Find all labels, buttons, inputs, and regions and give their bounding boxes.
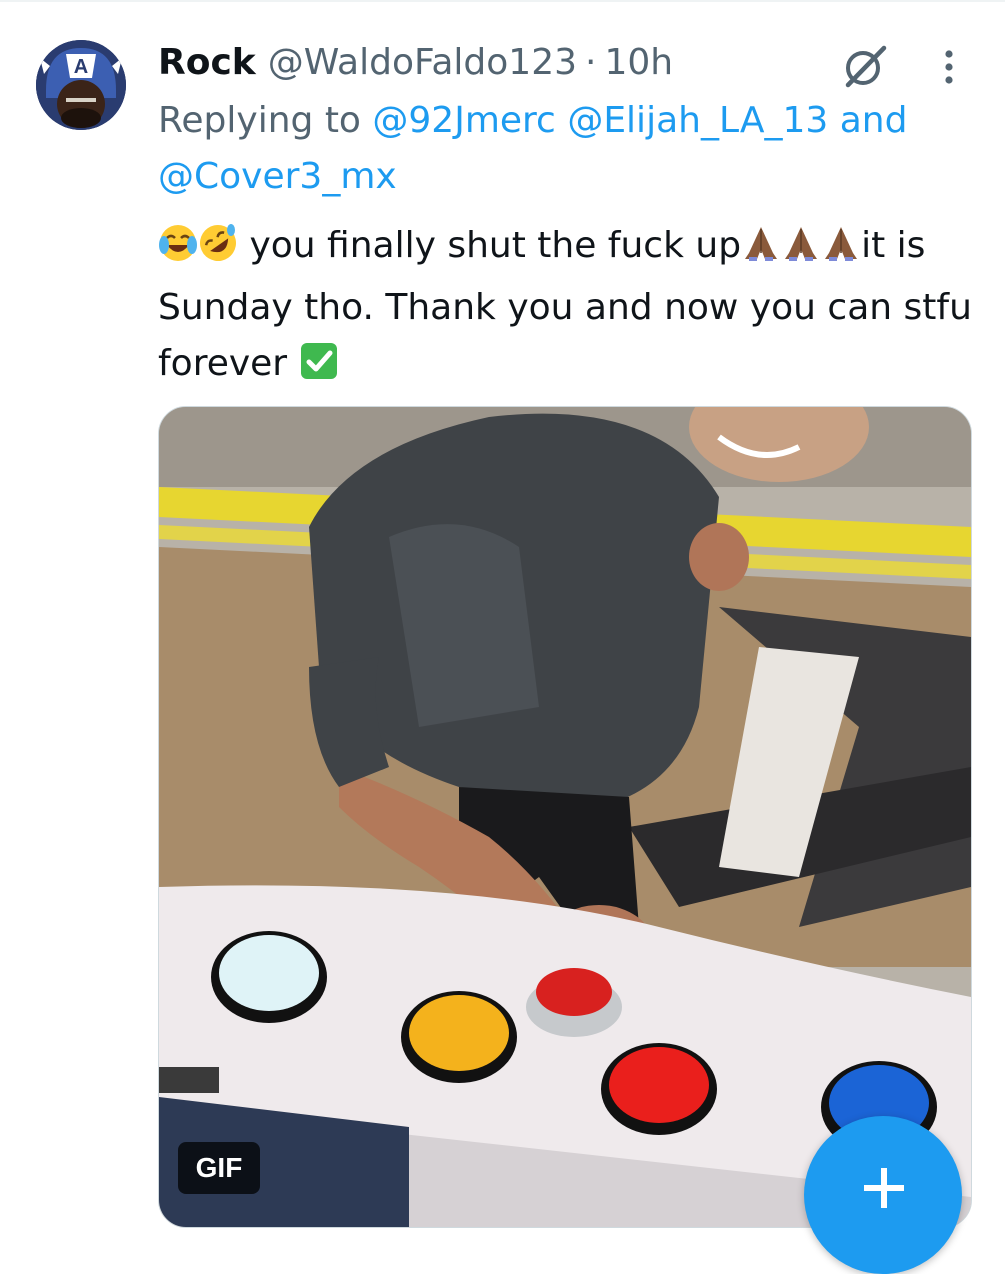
svg-text:A: A bbox=[74, 56, 88, 78]
compose-button[interactable] bbox=[804, 1116, 962, 1274]
tweet-text-part-1: you finally shut the fuck up bbox=[238, 225, 742, 266]
rolling-on-floor-laughing-icon bbox=[198, 223, 238, 280]
grok-icon[interactable] bbox=[842, 44, 888, 90]
plus-icon bbox=[864, 1168, 904, 1208]
more-options-icon[interactable] bbox=[938, 44, 960, 90]
face-with-tears-of-joy-icon bbox=[158, 223, 198, 280]
tweet[interactable]: A Rock @WaldoFaldo123 · 10h Replying to … bbox=[0, 0, 1005, 1274]
folded-hands-icon bbox=[741, 223, 781, 280]
avatar[interactable]: A bbox=[36, 40, 126, 130]
tweet-text: you finally shut the fuck up it is Sunda… bbox=[158, 218, 978, 398]
mention-link[interactable]: @Elijah_LA_13 bbox=[567, 100, 828, 141]
gif-badge: GIF bbox=[178, 1142, 260, 1194]
replying-to-label: Replying to bbox=[158, 100, 373, 141]
mention-link[interactable]: @Cover3_mx bbox=[158, 156, 397, 197]
tweet-header: Rock @WaldoFaldo123 · 10h bbox=[158, 38, 673, 88]
replying-to: Replying to @92Jmerc @Elijah_LA_13 and @C… bbox=[158, 93, 958, 205]
separator-dot: · bbox=[585, 42, 597, 83]
gif-media[interactable] bbox=[158, 406, 972, 1228]
check-mark-button-icon bbox=[299, 341, 339, 398]
timestamp[interactable]: 10h bbox=[604, 38, 673, 88]
folded-hands-icon bbox=[821, 223, 861, 280]
mention-link[interactable]: @92Jmerc bbox=[372, 100, 555, 141]
mention-joiner: and bbox=[828, 100, 908, 141]
user-handle[interactable]: @WaldoFaldo123 bbox=[268, 38, 577, 88]
display-name[interactable]: Rock bbox=[158, 38, 256, 88]
folded-hands-icon bbox=[781, 223, 821, 280]
